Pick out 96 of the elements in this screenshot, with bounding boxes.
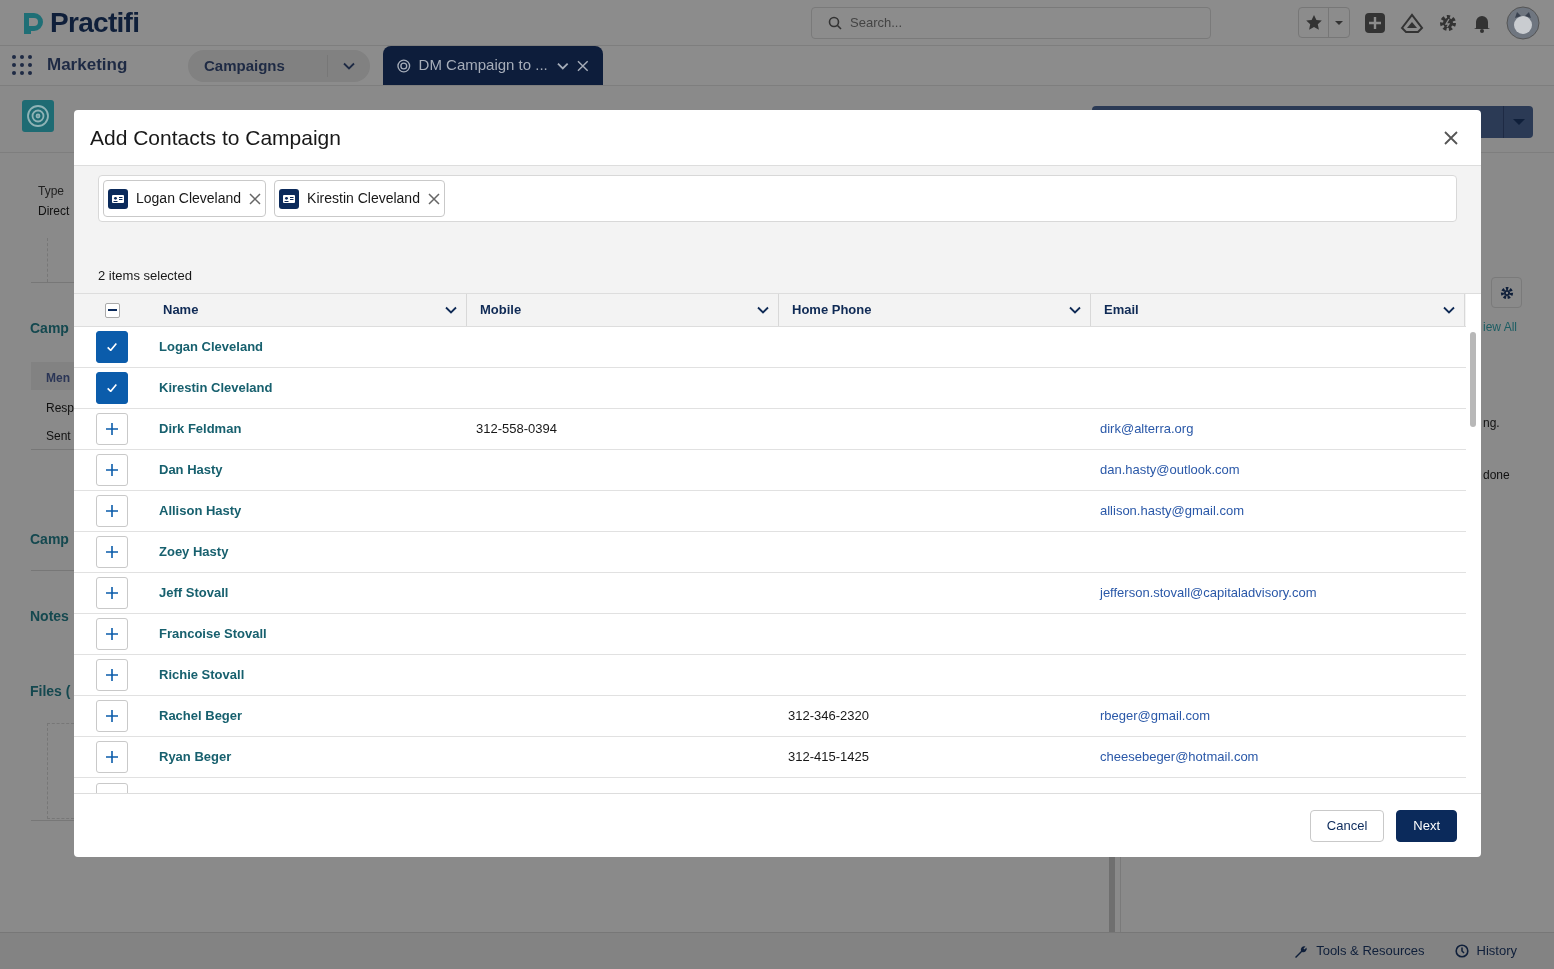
contact-name-link[interactable]: Jeff Stovall	[159, 583, 229, 603]
avatar-icon	[1506, 5, 1540, 40]
selection-count: 2 items selected	[98, 267, 193, 285]
contact-pill[interactable]: Logan Cleveland	[103, 180, 267, 217]
field-value: done	[1483, 467, 1510, 484]
check-icon	[107, 384, 117, 392]
plus-icon	[106, 710, 118, 722]
contact-name-link[interactable]: Francoise Stovall	[159, 624, 267, 644]
email-link[interactable]: dirk@alterra.org	[1100, 419, 1194, 439]
nav-item-pill[interactable]: Campaigns	[188, 50, 370, 82]
field-value: ng.	[1483, 415, 1500, 432]
caret-icon	[1512, 119, 1525, 125]
scrollbar-thumb[interactable]	[1470, 332, 1476, 427]
add-button[interactable]	[96, 536, 128, 568]
logo-text: Practifi	[50, 5, 140, 40]
utility-item[interactable]: History	[1454, 941, 1517, 961]
splitter-handle[interactable]	[1109, 857, 1115, 932]
plus-icon	[106, 464, 118, 476]
utility-item[interactable]: Tools & Resources	[1293, 941, 1425, 961]
contact-name-link[interactable]: Dan Hasty	[159, 460, 223, 480]
wrench-icon	[1293, 943, 1309, 959]
settings-button[interactable]	[1491, 277, 1522, 308]
search-icon	[828, 15, 842, 30]
email-link[interactable]: cheesebeger@hotmail.com	[1100, 747, 1259, 767]
cancel-button[interactable]: Cancel	[1309, 809, 1385, 842]
select-all-checkbox[interactable]	[104, 302, 120, 318]
mountain-icon	[1400, 11, 1424, 34]
tab-background	[31, 362, 74, 390]
table-cell-text: 312-558-0394	[476, 420, 557, 439]
plus-icon	[106, 628, 118, 640]
contact-pill[interactable]: Kirestin Cleveland	[274, 180, 445, 217]
plus-icon	[106, 669, 118, 681]
star-icon	[1305, 15, 1322, 30]
selected-toggle-button[interactable]	[96, 331, 128, 363]
clock-icon	[1454, 944, 1469, 958]
target-icon	[397, 58, 411, 73]
field-value: Resp	[46, 400, 74, 417]
add-button[interactable]	[96, 700, 128, 732]
plus-icon	[106, 751, 118, 763]
gear-icon	[1438, 12, 1458, 33]
contact-name-link[interactable]: Logan Cleveland	[159, 337, 264, 357]
favorites-button[interactable]	[1298, 7, 1350, 38]
contact-name-link[interactable]: Ryan Beger	[159, 747, 232, 767]
plus-icon	[106, 505, 118, 517]
contact-name-link[interactable]: Richie Stovall	[159, 665, 245, 685]
plus-icon	[106, 423, 118, 435]
field-value: Direct	[38, 203, 70, 220]
email-link[interactable]: jefferson.stovall@capitaladvisory.com	[1100, 583, 1317, 603]
close-icon	[577, 59, 589, 72]
field-value: Sent	[46, 428, 71, 445]
contact-card-icon	[279, 188, 300, 209]
add-button[interactable]	[96, 659, 128, 691]
email-link[interactable]: allison.hasty@gmail.com	[1100, 501, 1244, 521]
record-tab[interactable]: DM Campaign to ...	[383, 46, 603, 85]
field-label: Type	[38, 183, 64, 200]
selected-pills-field[interactable]: Logan Cleveland Kirestin Cleveland	[98, 175, 1457, 222]
contact-name-link[interactable]: Zoey Hasty	[159, 542, 229, 562]
close-icon	[1444, 130, 1458, 145]
next-button[interactable]: Next	[1396, 809, 1457, 842]
add-button[interactable]	[96, 741, 128, 773]
contact-card-icon	[108, 188, 128, 209]
add-button[interactable]	[96, 618, 128, 650]
contact-name-link[interactable]: Allison Hasty	[159, 501, 242, 521]
email-link[interactable]: dan.hasty@outlook.com	[1100, 460, 1240, 480]
section-heading: Files (	[30, 682, 71, 701]
modal-title: Add Contacts to Campaign	[90, 124, 341, 151]
check-icon	[107, 343, 117, 351]
plus-icon	[1364, 11, 1386, 34]
column-header[interactable]: Home Phone	[779, 294, 1091, 326]
close-icon	[249, 192, 262, 205]
minus-icon	[107, 309, 117, 311]
contact-name-link[interactable]: Rachel Beger	[159, 706, 243, 726]
section-heading: Camp	[30, 319, 69, 338]
section-heading: Camp	[30, 530, 69, 549]
add-button[interactable]	[96, 454, 128, 486]
column-header[interactable]: Mobile	[467, 294, 779, 326]
add-button[interactable]	[96, 495, 128, 527]
section-heading: Notes	[30, 607, 69, 626]
close-icon	[427, 192, 440, 205]
email-link[interactable]: rbeger@gmail.com	[1100, 706, 1210, 726]
app-launcher-icon	[11, 54, 33, 76]
selected-toggle-button[interactable]	[96, 372, 128, 404]
target-icon	[22, 100, 54, 132]
plus-icon	[106, 546, 118, 558]
contact-name-link[interactable]: Dirk Feldman	[159, 419, 242, 439]
gear-icon	[1499, 285, 1514, 300]
contact-name-link[interactable]: Kirestin Cleveland	[159, 378, 273, 398]
add-button[interactable]	[96, 413, 128, 445]
add-button[interactable]	[96, 577, 128, 609]
table-cell-text: 312-346-2320	[788, 707, 869, 726]
plus-icon	[106, 587, 118, 599]
table-cell-text: 312-415-1425	[788, 748, 869, 767]
caret-icon	[1335, 20, 1343, 25]
column-header[interactable]: Name	[150, 294, 467, 326]
column-header[interactable]: Email	[1091, 294, 1465, 326]
app-name: Marketing	[47, 54, 128, 77]
